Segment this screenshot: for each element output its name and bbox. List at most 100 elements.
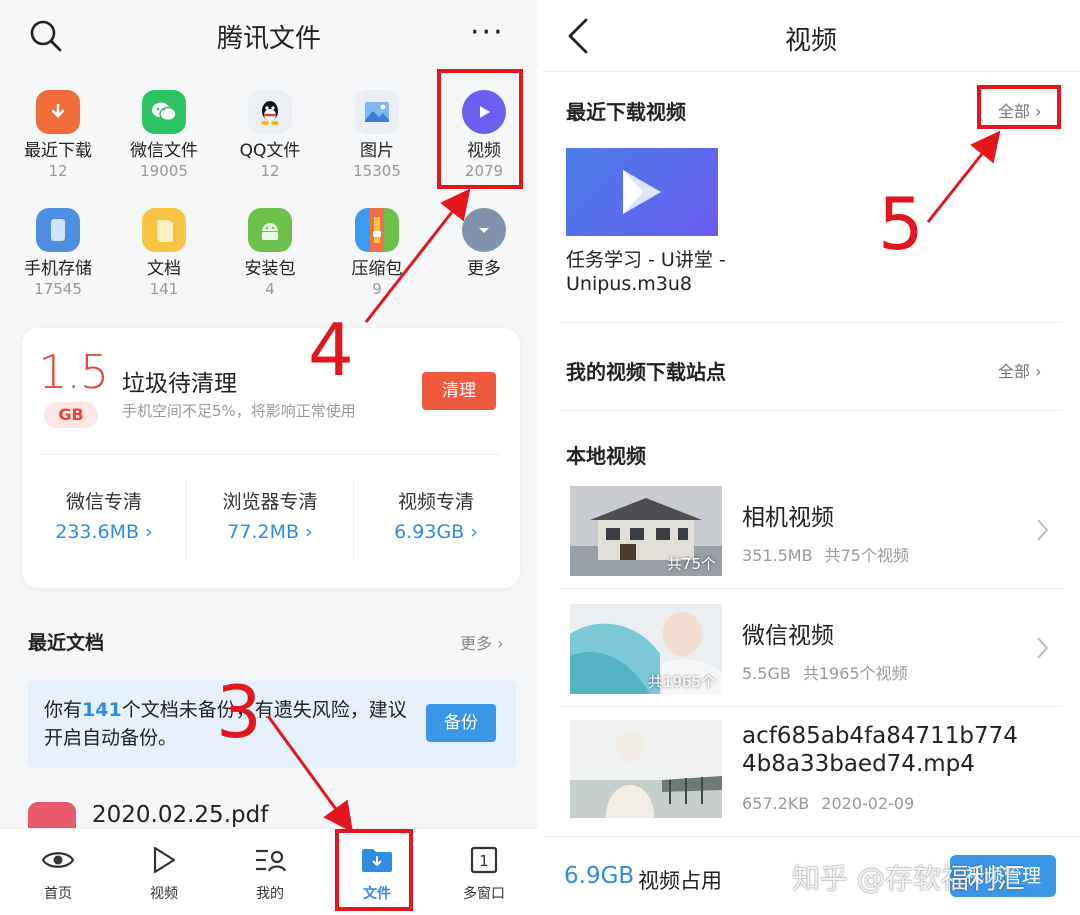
nav-home[interactable]: 首页: [8, 843, 108, 903]
multi-window-icon: 1: [467, 843, 501, 877]
chevron-right-icon: ›: [145, 521, 153, 543]
category-recent-downloads[interactable]: 最近下载 12: [8, 90, 108, 181]
video-file-name: acf685ab4fa84711b7744b8a33baed74.mp4: [742, 723, 1018, 777]
clean-item-label: 微信专清: [65, 491, 142, 513]
video-clean-item[interactable]: 视频专清 6.93GB ›: [354, 490, 518, 544]
chevron-right-icon: [1037, 637, 1049, 659]
card-divider: [40, 454, 500, 455]
video-file-thumbnail: [570, 720, 722, 818]
category-qq-files[interactable]: QQ文件 12: [220, 90, 320, 181]
phone-storage-icon: [36, 208, 80, 252]
backup-banner: 你有141个文档未备份，有遗失风险，建议开启自动备份。 备份: [28, 680, 516, 768]
category-phone-storage[interactable]: 手机存储 17545: [8, 208, 108, 299]
chevron-right-icon: ›: [305, 521, 313, 543]
row-divider: [558, 706, 1062, 707]
category-label: 更多: [467, 259, 501, 279]
recent-video-name[interactable]: 任务学习 - U讲堂 - Unipus.m3u8: [566, 248, 766, 296]
backup-count: 141: [82, 699, 122, 721]
category-count: 4: [265, 280, 275, 298]
highlight-box-files-tab: [335, 829, 413, 911]
category-count: 15305: [353, 162, 401, 180]
category-count: 12: [48, 162, 68, 180]
category-apk-packages[interactable]: 安装包 4: [220, 208, 320, 299]
chevron-right-icon: ›: [497, 634, 504, 653]
category-count: 12: [260, 162, 280, 180]
chevron-right-icon: ›: [1035, 362, 1042, 381]
nav-multi-window[interactable]: 1 多窗口: [434, 843, 534, 903]
category-count: 141: [149, 280, 179, 298]
recent-docs-more-link[interactable]: 更多 ›: [460, 630, 504, 654]
section-divider: [558, 410, 1062, 411]
category-label: 微信文件: [130, 141, 198, 161]
junk-cleanup-card: 1.5 GB 垃圾待清理 手机空间不足5%，将影响正常使用 清理 微信专清 23…: [22, 328, 520, 588]
chevron-down-icon: [462, 208, 506, 252]
window-count-badge: 1: [479, 852, 489, 870]
video-folder-meta: 351.5MB 共75个视频: [742, 546, 909, 565]
highlight-box-recent-all: [977, 85, 1061, 129]
camera-video-thumbnail: 共75个: [570, 486, 722, 576]
recent-video-thumbnail[interactable]: [566, 148, 718, 236]
annotation-step-5: 5: [878, 182, 924, 266]
bottom-navigation: 首页 视频 我的 文件 1 多窗口: [0, 828, 538, 915]
junk-size-unit: GB: [44, 402, 98, 428]
app-header: 腾讯文件 ···: [0, 0, 538, 72]
clean-button[interactable]: 清理: [422, 372, 496, 410]
category-count: 9: [372, 280, 382, 298]
section-divider: [558, 322, 1062, 323]
category-label: QQ文件: [239, 141, 301, 161]
category-label: 最近下载: [24, 141, 92, 161]
clean-item-label: 视频专清: [397, 491, 474, 513]
video-screen: 视频 最近下载视频 全部 › 任务学习 - U讲堂 - Unipus.m3u8 …: [542, 0, 1080, 915]
category-count: 19005: [140, 162, 188, 180]
category-label: 压缩包: [351, 259, 403, 279]
video-file-meta: 657.2KB 2020-02-09: [742, 794, 915, 813]
zhihu-watermark: 知乎 @存软福利汇: [792, 862, 1025, 895]
category-images[interactable]: 图片 15305: [327, 90, 427, 181]
wechat-clean-item[interactable]: 微信专清 233.6MB ›: [22, 490, 186, 544]
storage-bar: 6.9GB 视频占用 视频管理 知乎 @存软福利汇: [542, 836, 1080, 915]
category-more[interactable]: 更多: [434, 208, 534, 280]
video-file-item[interactable]: acf685ab4fa84711b7744b8a33baed74.mp4 657…: [570, 720, 1070, 824]
clean-item-value: 77.2MB ›: [227, 521, 313, 543]
backup-button[interactable]: 备份: [426, 704, 496, 742]
junk-size-value: 1.5: [38, 345, 109, 399]
qq-icon: [248, 90, 292, 134]
recent-downloads-title: 最近下载视频: [566, 100, 686, 124]
clean-item-value: 233.6MB ›: [55, 521, 153, 543]
browser-clean-item[interactable]: 浏览器专清 77.2MB ›: [188, 490, 352, 544]
image-icon: [355, 90, 399, 134]
document-icon: [142, 208, 186, 252]
chevron-right-icon: [1037, 519, 1049, 541]
category-archives[interactable]: 压缩包 9: [327, 208, 427, 299]
download-sites-title: 我的视频下载站点: [566, 360, 726, 384]
wechat-video-thumbnail: 共1965个: [570, 604, 722, 694]
category-wechat-files[interactable]: 微信文件 19005: [114, 90, 214, 181]
thumb-video-count: 共1965个: [647, 673, 716, 691]
video-folder-wechat[interactable]: 共1965个 微信视频 5.5GB 共1965个视频: [570, 604, 1070, 696]
thumb-video-count: 共75个: [666, 555, 716, 573]
category-documents[interactable]: 文档 141: [114, 208, 214, 299]
doc-file-name: 2020.02.25.pdf: [92, 802, 269, 828]
video-folder-camera[interactable]: 共75个 相机视频 351.5MB 共75个视频: [570, 486, 1070, 578]
video-folder-title: 相机视频: [742, 505, 834, 531]
nav-mine[interactable]: 我的: [220, 843, 320, 903]
junk-warning-text: 手机空间不足5%，将影响正常使用: [122, 402, 356, 420]
junk-title: 垃圾待清理: [122, 371, 237, 397]
local-videos-title: 本地视频: [566, 444, 646, 468]
app-title: 腾讯文件: [216, 24, 321, 54]
category-label: 文档: [147, 259, 181, 279]
eye-icon: [41, 843, 75, 877]
chevron-right-icon: ›: [470, 521, 478, 543]
more-menu-icon[interactable]: ···: [470, 18, 505, 48]
user-list-icon: [253, 843, 287, 877]
video-folder-title: 微信视频: [742, 623, 834, 649]
nav-video[interactable]: 视频: [114, 843, 214, 903]
video-play-icon: [623, 170, 661, 214]
category-label: 手机存储: [24, 259, 92, 279]
download-sites-all-link[interactable]: 全部 ›: [998, 358, 1042, 382]
category-label: 图片: [360, 141, 394, 161]
video-usage-value: 6.9GB: [564, 863, 635, 889]
download-icon: [36, 90, 80, 134]
category-count: 17545: [34, 280, 82, 298]
video-header: 视频: [542, 0, 1080, 72]
